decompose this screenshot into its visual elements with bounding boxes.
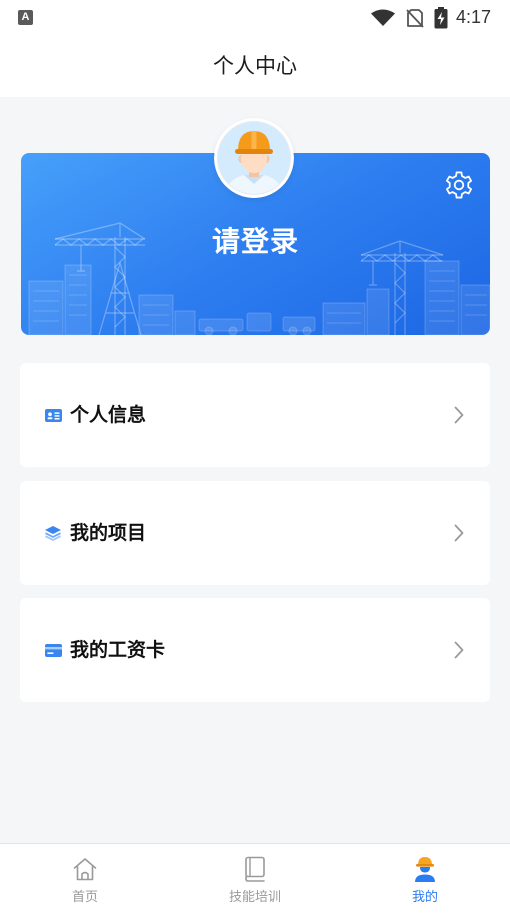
layers-icon xyxy=(44,525,62,541)
notification-icon: A xyxy=(18,10,33,25)
gear-icon[interactable] xyxy=(445,171,473,199)
tab-label: 首页 xyxy=(71,890,98,905)
tab-home[interactable]: 首页 xyxy=(0,844,170,915)
battery-charging-icon xyxy=(434,7,448,29)
id-card-icon xyxy=(44,407,62,423)
chevron-right-icon xyxy=(454,406,464,424)
bottom-tab-bar: 首页 技能培训 我的 xyxy=(0,843,510,915)
menu-item-personal-info[interactable]: 个人信息 xyxy=(20,363,490,467)
worker-user-icon xyxy=(411,855,439,883)
page-title: 个人中心 xyxy=(213,54,297,78)
wifi-icon xyxy=(371,9,395,26)
menu-item-my-projects[interactable]: 我的项目 xyxy=(20,481,490,585)
menu-item-salary-card[interactable]: 我的工资卡 xyxy=(20,598,490,702)
clock-time: 4:17 xyxy=(456,7,492,27)
book-icon xyxy=(241,855,269,883)
home-icon xyxy=(71,855,99,883)
menu-item-label: 我的工资卡 xyxy=(70,639,166,661)
bank-card-icon xyxy=(44,642,62,658)
status-bar: A 4:17 xyxy=(0,0,510,35)
chevron-right-icon xyxy=(454,641,464,659)
tab-label: 我的 xyxy=(411,890,438,905)
menu-item-label: 个人信息 xyxy=(70,404,147,426)
tab-skill-training[interactable]: 技能培训 xyxy=(170,844,340,915)
worker-avatar-icon[interactable] xyxy=(214,118,294,198)
login-button[interactable]: 请登录 xyxy=(21,224,490,260)
menu-item-label: 我的项目 xyxy=(70,522,147,544)
tab-mine[interactable]: 我的 xyxy=(340,844,510,915)
no-sim-icon xyxy=(406,9,424,28)
chevron-right-icon xyxy=(454,524,464,542)
tab-label: 技能培训 xyxy=(228,890,281,905)
page-header: 个人中心 xyxy=(0,35,510,97)
